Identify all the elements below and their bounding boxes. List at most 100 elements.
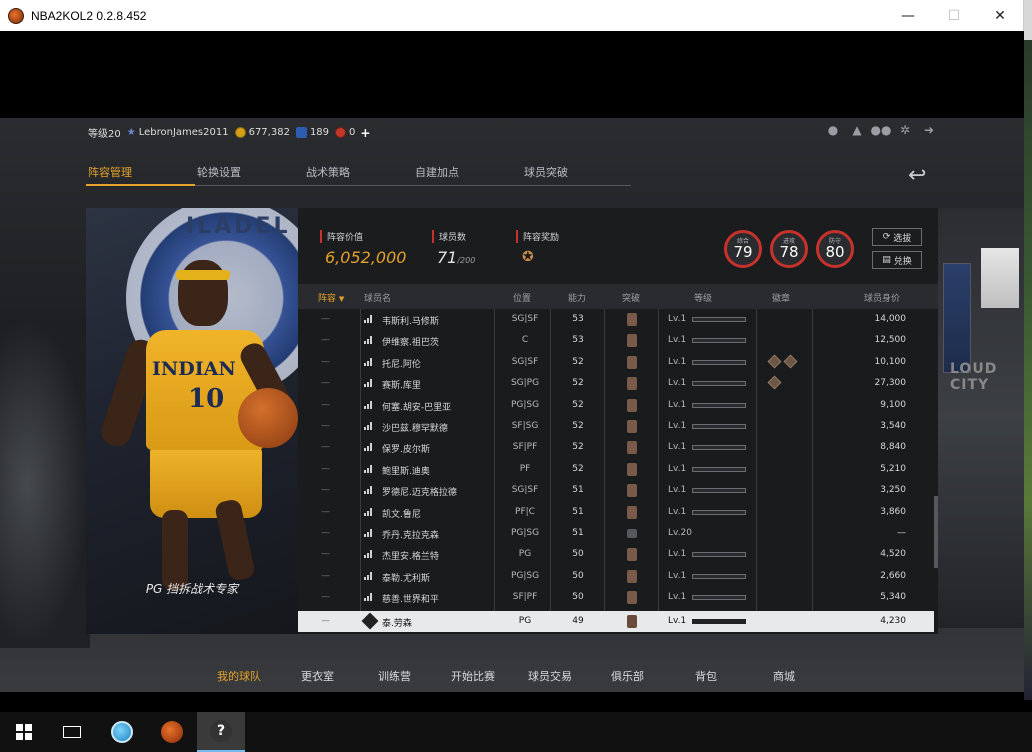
row-position: PG|SG [510, 528, 540, 538]
column-price[interactable]: 球员身价 [864, 291, 900, 304]
nav-start-game[interactable]: 开始比赛 [451, 668, 495, 684]
table-row[interactable]: — 慈善.世界和平 SF|PF 50 Lv.1 5,340 [298, 587, 934, 608]
lineup-value: 6,052,000 [325, 248, 407, 267]
tab-player-breakthrough[interactable]: 球员突破 [522, 164, 631, 186]
defense-rating-ring: 防守 80 [816, 230, 854, 268]
table-row[interactable]: — 伊维察.祖巴茨 C 53 Lv.1 12,500 [298, 330, 934, 351]
nav-my-team[interactable]: 我的球队 [217, 668, 261, 684]
row-position: PF|C [515, 506, 535, 517]
taskbar-browser[interactable] [98, 712, 146, 752]
tab-custom-points[interactable]: 自建加点 [413, 164, 522, 186]
tab-rotation-settings[interactable]: 轮换设置 [195, 164, 304, 186]
breakthrough-icon[interactable] [627, 334, 637, 348]
row-ability: 51 [572, 528, 584, 538]
breakthrough-icon[interactable] [627, 313, 637, 326]
table-row[interactable]: — 保罗.皮尔斯 SF|PF 52 Lv.1 8,840 [298, 437, 934, 458]
task-view-button[interactable] [48, 712, 96, 752]
person-icon[interactable]: ● [826, 123, 840, 137]
column-position[interactable]: 位置 [513, 291, 531, 304]
row-lineup: — [321, 442, 330, 453]
maximize-button[interactable]: ☐ [931, 0, 977, 31]
breakthrough-icon[interactable] [627, 529, 637, 538]
minimize-button[interactable]: — [885, 0, 931, 31]
table-row[interactable]: — 韦斯利.马修斯 SG|SF 53 Lv.1 14,000 [298, 309, 934, 330]
table-row[interactable]: — 赛斯.库里 SG|PG 52 Lv.1 27,300 [298, 373, 934, 394]
row-position: SG|SF [511, 356, 539, 367]
gold-currency: 677,382 [234, 127, 290, 138]
tab-tactics[interactable]: 战术策略 [304, 164, 413, 186]
username: LebronJames2011 [138, 127, 229, 138]
breakthrough-icon[interactable] [627, 441, 637, 455]
breakthrough-icon[interactable] [627, 569, 637, 583]
column-lineup-sort[interactable]: 阵容 ▼ [318, 291, 344, 304]
breakthrough-icon[interactable] [627, 420, 637, 433]
row-grade: Lv.1 [668, 592, 687, 603]
exchange-button[interactable]: ▤ 兑换 [872, 251, 922, 269]
nav-training-camp[interactable]: 训练营 [378, 668, 411, 684]
selected-lineup: — [321, 616, 330, 626]
table-row[interactable]: — 罗德尼.迈克格拉德 SG|SF 51 Lv.1 3,250 [298, 480, 934, 501]
selected-table-row[interactable]: — 泰.劳森 PG 49 Lv.1 4,230 [298, 611, 934, 632]
column-badge[interactable]: 徽章 [772, 291, 790, 304]
table-row[interactable]: — 凯文.鲁尼 PF|C 51 Lv.1 3,860 [298, 502, 934, 523]
sort-arrow-icon: ▼ [338, 295, 345, 303]
row-grade: Lv.1 [668, 463, 687, 474]
breakthrough-icon[interactable] [627, 355, 637, 369]
taskbar-nba2kol2[interactable] [148, 712, 196, 752]
reward-medal-icon[interactable]: ✪ [522, 249, 559, 265]
nav-shop[interactable]: 商城 [773, 668, 795, 684]
taskbar-help[interactable]: ? [197, 712, 245, 752]
breakthrough-icon[interactable] [627, 377, 637, 391]
breakthrough-icon[interactable] [627, 398, 637, 412]
signal-icon [364, 400, 374, 409]
table-row[interactable]: — 泰勒.尤利斯 PG|SG 50 Lv.1 2,660 [298, 566, 934, 587]
top-icon-bar: ● ▲ ●● ✲ ➜ [826, 123, 936, 137]
add-currency-button[interactable]: + [360, 126, 370, 140]
row-ability: 53 [572, 335, 584, 346]
table-row[interactable]: — 乔丹.克拉克森 PG|SG 51 Lv.20 — [298, 523, 934, 544]
nav-player-trade[interactable]: 球员交易 [528, 668, 572, 684]
badge-icon[interactable] [767, 375, 782, 390]
select-button[interactable]: ⟳ 选拔 [872, 228, 922, 246]
nav-backpack[interactable]: 背包 [695, 668, 717, 684]
table-row[interactable]: — 鲍里斯.迪奥 PF 52 Lv.1 5,210 [298, 459, 934, 480]
selected-ability: 49 [572, 616, 584, 626]
column-breakthrough[interactable]: 突破 [622, 291, 640, 304]
row-player-name: 沙巴兹.穆罕默德 [382, 424, 448, 434]
breakthrough-icon[interactable] [627, 548, 637, 562]
selected-price: 4,230 [880, 616, 906, 626]
bell-icon[interactable]: ▲ [850, 123, 864, 137]
table-row[interactable]: — 托尼.阿伦 SG|SF 52 Lv.1 10,100 [298, 352, 934, 373]
exit-icon[interactable]: ➜ [922, 123, 936, 137]
column-name[interactable]: 球员名 [364, 291, 391, 304]
table-row[interactable]: — 杰里安.格兰特 PG 50 Lv.1 4,520 [298, 544, 934, 565]
row-player-name: 赛斯.库里 [382, 381, 421, 392]
player-count-stat: 球员数 71/200 [432, 230, 475, 267]
nav-club[interactable]: 俱乐部 [611, 668, 644, 684]
breakthrough-icon[interactable] [627, 462, 637, 476]
table-row[interactable]: — 何塞.胡安-巴里亚 PG|SG 52 Lv.1 9,100 [298, 395, 934, 416]
back-arrow-icon[interactable]: ↩ [908, 163, 926, 188]
nav-locker-room[interactable]: 更衣室 [301, 668, 334, 684]
breakthrough-icon[interactable] [627, 591, 637, 605]
table-row[interactable]: — 沙巴兹.穆罕默德 SF|SG 52 Lv.1 3,540 [298, 416, 934, 437]
breakthrough-icon[interactable] [627, 505, 637, 519]
gear-icon[interactable]: ✲ [898, 123, 912, 137]
close-button[interactable]: ✕ [977, 0, 1023, 31]
row-grade: Lv.1 [668, 506, 687, 517]
start-button[interactable] [0, 712, 48, 752]
column-grade[interactable]: 等级 [694, 291, 712, 304]
column-ability[interactable]: 能力 [568, 291, 586, 304]
table-scrollbar[interactable] [934, 496, 938, 568]
friends-icon[interactable]: ●● [871, 123, 892, 137]
badge-icon[interactable] [767, 354, 782, 369]
gold-coin-icon [234, 127, 246, 138]
tab-lineup-management[interactable]: 阵容管理 [86, 164, 195, 186]
badge-icon[interactable] [783, 354, 798, 369]
selected-grade: Lv.1 [668, 616, 687, 626]
row-price: 2,660 [880, 570, 906, 581]
overall-rating-ring: 综合 79 [724, 230, 762, 268]
breakthrough-icon[interactable] [627, 484, 637, 498]
game-window: LOUD CITY 等级20 ★ LebronJames2011 677,382… [0, 118, 1024, 692]
row-grade-bar [692, 573, 746, 579]
